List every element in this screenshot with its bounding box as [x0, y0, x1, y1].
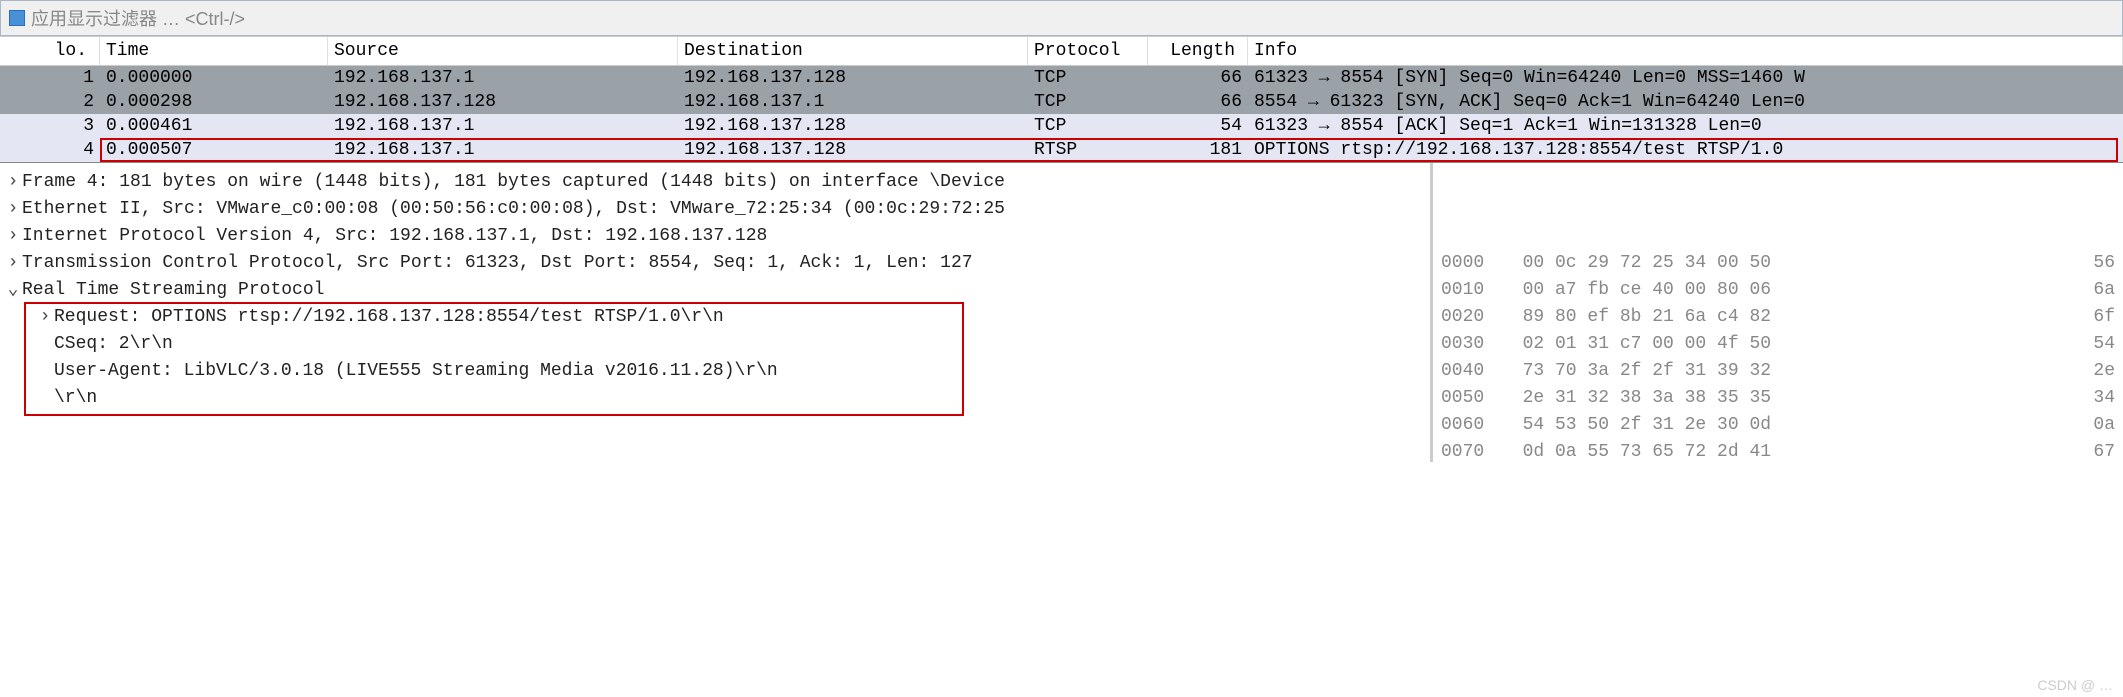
- packet-details-pane[interactable]: ›Frame 4: 181 bytes on wire (1448 bits),…: [0, 163, 1433, 462]
- col-info[interactable]: Info: [1248, 37, 2123, 65]
- packet-row[interactable]: 10.000000192.168.137.1192.168.137.128TCP…: [0, 66, 2123, 90]
- hex-offset: 0040: [1441, 358, 1501, 385]
- hex-bytes: 00 0c 29 72 25 34 00 50: [1501, 250, 2075, 277]
- hex-row[interactable]: 0010 00 a7 fb ce 40 00 80 066a: [1441, 277, 2115, 304]
- chevron-right-icon: ›: [36, 304, 54, 331]
- detail-cseq[interactable]: CSeq: 2\r\n: [4, 331, 1426, 358]
- cell-info: 61323 → 8554 [SYN] Seq=0 Win=64240 Len=0…: [1248, 66, 2123, 90]
- cell-no: 4: [0, 138, 100, 162]
- detail-ethernet[interactable]: ›Ethernet II, Src: VMware_c0:00:08 (00:5…: [4, 196, 1426, 223]
- packet-row[interactable]: 20.000298192.168.137.128192.168.137.1TCP…: [0, 90, 2123, 114]
- packet-bytes-pane[interactable]: 0000 00 0c 29 72 25 34 00 50560010 00 a7…: [1433, 163, 2123, 462]
- cell-proto: RTSP: [1028, 138, 1148, 162]
- cell-src: 192.168.137.1: [328, 138, 678, 162]
- cell-no: 1: [0, 66, 100, 90]
- hex-row[interactable]: 0070 0d 0a 55 73 65 72 2d 4167: [1441, 439, 2115, 462]
- chevron-right-icon: ›: [4, 169, 22, 196]
- cell-info: 8554 → 61323 [SYN, ACK] Seq=0 Ack=1 Win=…: [1248, 90, 2123, 114]
- hex-row[interactable]: 0030 02 01 31 c7 00 00 4f 5054: [1441, 331, 2115, 358]
- hex-offset: 0010: [1441, 277, 1501, 304]
- col-no[interactable]: lo.: [0, 37, 100, 65]
- hex-ascii: 54: [2075, 331, 2115, 358]
- hex-offset: 0060: [1441, 412, 1501, 439]
- hex-offset: 0050: [1441, 385, 1501, 412]
- display-filter-bar[interactable]: 应用显示过滤器 … <Ctrl-/>: [0, 0, 2123, 36]
- cell-time: 0.000507: [100, 138, 328, 162]
- hex-row[interactable]: 0060 54 53 50 2f 31 2e 30 0d0a: [1441, 412, 2115, 439]
- filter-placeholder: 应用显示过滤器 … <Ctrl-/>: [31, 5, 245, 31]
- watermark: CSDN @ …: [2037, 677, 2113, 693]
- packet-row[interactable]: 40.000507192.168.137.1192.168.137.128RTS…: [0, 138, 2123, 162]
- cell-proto: TCP: [1028, 66, 1148, 90]
- hex-ascii: 6a: [2075, 277, 2115, 304]
- cell-no: 3: [0, 114, 100, 138]
- cell-proto: TCP: [1028, 90, 1148, 114]
- cell-dst: 192.168.137.1: [678, 90, 1028, 114]
- hex-bytes: 89 80 ef 8b 21 6a c4 82: [1501, 304, 2075, 331]
- cell-len: 66: [1148, 90, 1248, 114]
- cell-dst: 192.168.137.128: [678, 114, 1028, 138]
- hex-bytes: 0d 0a 55 73 65 72 2d 41: [1501, 439, 2075, 462]
- hex-offset: 0020: [1441, 304, 1501, 331]
- cell-time: 0.000298: [100, 90, 328, 114]
- detail-user-agent[interactable]: User-Agent: LibVLC/3.0.18 (LIVE555 Strea…: [4, 358, 1426, 385]
- cell-info: OPTIONS rtsp://192.168.137.128:8554/test…: [1248, 138, 2123, 162]
- cell-time: 0.000461: [100, 114, 328, 138]
- hex-row[interactable]: 0020 89 80 ef 8b 21 6a c4 826f: [1441, 304, 2115, 331]
- lower-panes: ›Frame 4: 181 bytes on wire (1448 bits),…: [0, 162, 2123, 462]
- detail-crlf[interactable]: \r\n: [4, 385, 1426, 412]
- chevron-right-icon: ›: [4, 223, 22, 250]
- hex-bytes: 2e 31 32 38 3a 38 35 35: [1501, 385, 2075, 412]
- col-length[interactable]: Length: [1148, 37, 1248, 65]
- detail-frame[interactable]: ›Frame 4: 181 bytes on wire (1448 bits),…: [4, 169, 1426, 196]
- hex-row[interactable]: 0000 00 0c 29 72 25 34 00 5056: [1441, 250, 2115, 277]
- hex-bytes: 00 a7 fb ce 40 00 80 06: [1501, 277, 2075, 304]
- cell-dst: 192.168.137.128: [678, 66, 1028, 90]
- chevron-right-icon: ›: [4, 250, 22, 277]
- filter-icon: [9, 10, 25, 26]
- cell-proto: TCP: [1028, 114, 1148, 138]
- detail-request[interactable]: ›Request: OPTIONS rtsp://192.168.137.128…: [4, 304, 1426, 331]
- col-destination[interactable]: Destination: [678, 37, 1028, 65]
- cell-len: 54: [1148, 114, 1248, 138]
- detail-tcp[interactable]: ›Transmission Control Protocol, Src Port…: [4, 250, 1426, 277]
- cell-len: 66: [1148, 66, 1248, 90]
- hex-ascii: 6f: [2075, 304, 2115, 331]
- hex-offset: 0030: [1441, 331, 1501, 358]
- chevron-right-icon: ›: [4, 196, 22, 223]
- cell-src: 192.168.137.128: [328, 90, 678, 114]
- hex-offset: 0070: [1441, 439, 1501, 462]
- packet-row[interactable]: 30.000461192.168.137.1192.168.137.128TCP…: [0, 114, 2123, 138]
- packet-list-body: 10.000000192.168.137.1192.168.137.128TCP…: [0, 66, 2123, 162]
- hex-ascii: 0a: [2075, 412, 2115, 439]
- cell-dst: 192.168.137.128: [678, 138, 1028, 162]
- hex-offset: 0000: [1441, 250, 1501, 277]
- hex-bytes: 02 01 31 c7 00 00 4f 50: [1501, 331, 2075, 358]
- cell-src: 192.168.137.1: [328, 114, 678, 138]
- cell-time: 0.000000: [100, 66, 328, 90]
- hex-ascii: 56: [2075, 250, 2115, 277]
- detail-ip[interactable]: ›Internet Protocol Version 4, Src: 192.1…: [4, 223, 1426, 250]
- cell-len: 181: [1148, 138, 1248, 162]
- col-protocol[interactable]: Protocol: [1028, 37, 1148, 65]
- chevron-down-icon: ⌄: [4, 277, 22, 304]
- col-time[interactable]: Time: [100, 37, 328, 65]
- hex-row[interactable]: 0050 2e 31 32 38 3a 38 35 3534: [1441, 385, 2115, 412]
- hex-ascii: 67: [2075, 439, 2115, 462]
- packet-list-header[interactable]: lo. Time Source Destination Protocol Len…: [0, 36, 2123, 66]
- detail-rtsp[interactable]: ⌄Real Time Streaming Protocol: [4, 277, 1426, 304]
- cell-info: 61323 → 8554 [ACK] Seq=1 Ack=1 Win=13132…: [1248, 114, 2123, 138]
- hex-ascii: 34: [2075, 385, 2115, 412]
- cell-no: 2: [0, 90, 100, 114]
- hex-bytes: 73 70 3a 2f 2f 31 39 32: [1501, 358, 2075, 385]
- packet-list-pane: lo. Time Source Destination Protocol Len…: [0, 36, 2123, 162]
- hex-ascii: 2e: [2075, 358, 2115, 385]
- hex-row[interactable]: 0040 73 70 3a 2f 2f 31 39 322e: [1441, 358, 2115, 385]
- col-source[interactable]: Source: [328, 37, 678, 65]
- cell-src: 192.168.137.1: [328, 66, 678, 90]
- hex-bytes: 54 53 50 2f 31 2e 30 0d: [1501, 412, 2075, 439]
